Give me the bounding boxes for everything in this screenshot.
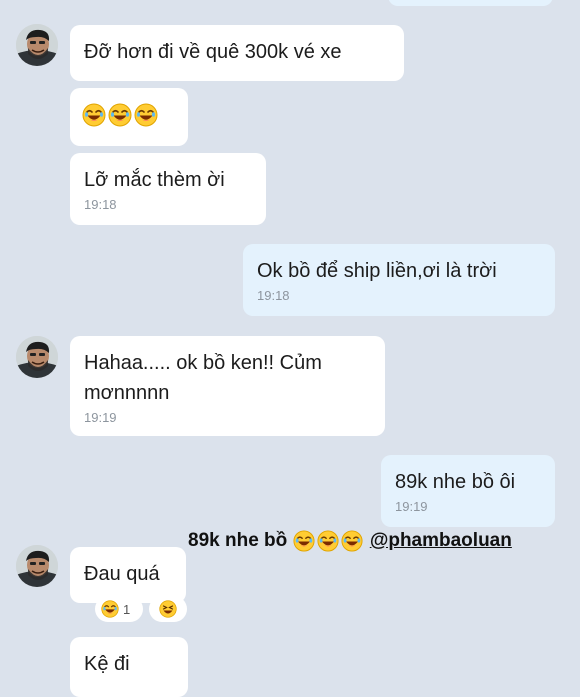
incoming-message[interactable]: Đỡ hơn đi về quê 300k vé xe xyxy=(70,25,404,81)
message-time: 19:19 xyxy=(84,410,117,425)
caption-overlay: 89k nhe bồ @phambaoluan xyxy=(188,530,512,552)
incoming-message[interactable]: Lỡ mắc thèm ời 19:18 xyxy=(70,153,266,225)
message-text: Lỡ mắc thèm ời xyxy=(84,169,225,191)
avatar[interactable] xyxy=(16,24,58,66)
message-text: Hahaa..... ok bồ ken!! Củm mơnnnnn xyxy=(84,352,322,404)
laughing-emoji-icon xyxy=(293,530,315,552)
message-time: 19:19 xyxy=(395,499,428,514)
laughing-emoji-icon xyxy=(341,530,363,552)
avatar-image xyxy=(16,24,58,66)
message-text: Ok bồ để ship liền,ơi là trời xyxy=(257,260,497,282)
avatar-image xyxy=(16,545,58,587)
haha-emoji-icon xyxy=(159,600,177,618)
partial-outgoing-bubble xyxy=(388,0,553,6)
message-text: Đỡ hơn đi về quê 300k vé xe xyxy=(84,41,342,63)
message-time: 19:18 xyxy=(84,197,117,212)
avatar-image xyxy=(16,336,58,378)
incoming-message[interactable]: Đau quá xyxy=(70,547,186,603)
laughing-emoji-icon xyxy=(108,103,132,127)
reaction-pill[interactable]: 1 xyxy=(95,596,143,622)
message-text: Đau quá xyxy=(84,563,160,585)
laughing-emoji-icon xyxy=(101,600,119,618)
laughing-emoji-icon xyxy=(317,530,339,552)
message-text: 89k nhe bồ ôi xyxy=(395,471,516,493)
reaction-count: 1 xyxy=(123,601,131,617)
avatar[interactable] xyxy=(16,336,58,378)
message-text: Kệ đi xyxy=(84,653,130,675)
caption-mention[interactable]: @phambaoluan xyxy=(370,530,512,551)
caption-text: 89k nhe bồ xyxy=(188,530,288,552)
laughing-emoji-icon xyxy=(82,103,106,127)
laughing-emoji-icon xyxy=(134,103,158,127)
outgoing-message[interactable]: Ok bồ để ship liền,ơi là trời 19:18 xyxy=(243,244,555,316)
outgoing-message[interactable]: 89k nhe bồ ôi 19:19 xyxy=(381,455,555,527)
message-time: 19:18 xyxy=(257,288,290,303)
avatar[interactable] xyxy=(16,545,58,587)
reaction-add-pill[interactable] xyxy=(149,596,187,622)
incoming-message[interactable]: Kệ đi xyxy=(70,637,188,697)
incoming-emoji-message[interactable] xyxy=(70,88,188,146)
incoming-message[interactable]: Hahaa..... ok bồ ken!! Củm mơnnnnn 19:19 xyxy=(70,336,385,436)
